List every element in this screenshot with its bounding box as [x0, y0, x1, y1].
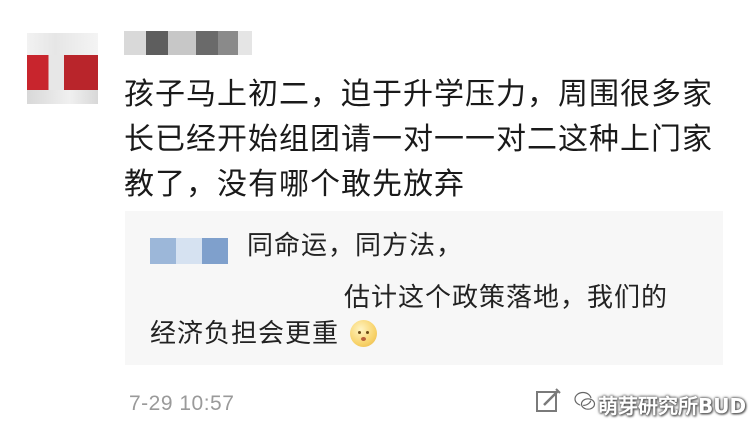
watermark-text: 萌芽研究所BUD — [598, 394, 747, 418]
confused-face-emoji-icon — [350, 320, 377, 347]
username-blurred[interactable] — [124, 31, 252, 55]
reply-username-blurred[interactable] — [150, 238, 228, 264]
reply-line-3: 经济负担会更重 — [150, 319, 340, 349]
reply-line-2: 估计这个政策落地，我们的 — [344, 283, 669, 313]
reply-line-1: 同命运，同方法， — [247, 231, 464, 261]
comment-timestamp: 7-29 10:57 — [129, 392, 235, 415]
edit-icon[interactable] — [534, 387, 562, 415]
comment-text: 孩子马上初二，迫于升学压力，周围很多家长已经开始组团请一对一一对二这种上门家教了… — [124, 77, 713, 202]
avatar[interactable] — [27, 33, 98, 104]
wechat-icon — [574, 391, 596, 411]
